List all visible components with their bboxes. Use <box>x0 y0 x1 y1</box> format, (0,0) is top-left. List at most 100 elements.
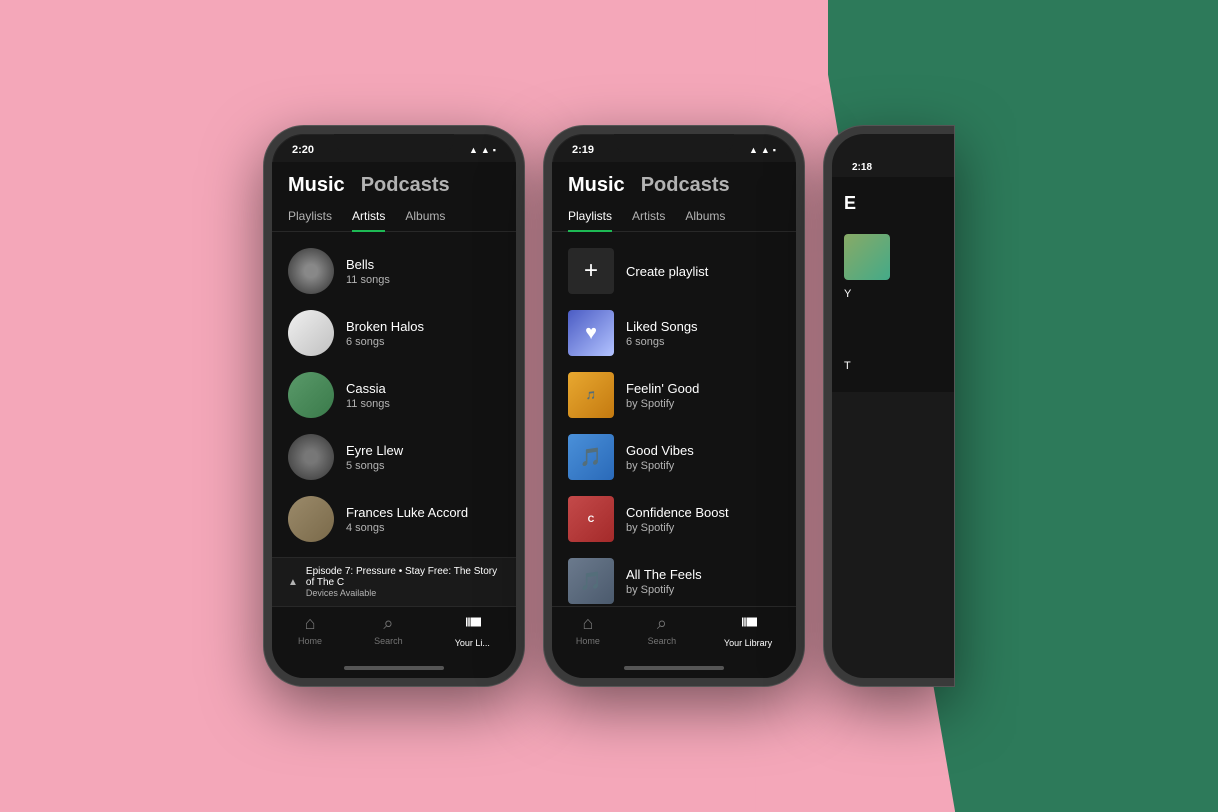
phone3-item: Y <box>844 234 942 300</box>
nav-search-1[interactable]: ⌕ Search <box>374 613 403 648</box>
signal-icon: ▲ <box>469 145 478 155</box>
playlist-sub-feelin: by Spotify <box>626 398 780 410</box>
artist-img-eyre <box>288 434 334 480</box>
home-icon-2: ⌂ <box>582 613 593 634</box>
artist-name-frances: Frances Luke Accord <box>346 505 500 520</box>
playlist-name-good: Good Vibes <box>626 443 780 458</box>
nav-library-1[interactable]: Your Li... <box>455 613 490 648</box>
notch-2 <box>614 134 734 156</box>
nav-home-label-1: Home <box>298 636 322 646</box>
nav-search-label-2: Search <box>648 636 677 646</box>
artist-img-cassia <box>288 372 334 418</box>
sub-tab-playlists-2[interactable]: Playlists <box>568 209 612 231</box>
playlist-sub-confidence: by Spotify <box>626 522 780 534</box>
artist-sub-frances: 4 songs <box>346 522 500 534</box>
artist-item-cassia[interactable]: Cassia 11 songs <box>272 364 516 426</box>
sub-tab-artists-2[interactable]: Artists <box>632 209 665 231</box>
category-tabs-1: Music Podcasts <box>272 162 516 205</box>
playlist-img-confidence: C <box>568 496 614 542</box>
phone-content-1: Music Podcasts Playlists Artists Albums … <box>272 162 516 606</box>
artist-name-cassia: Cassia <box>346 381 500 396</box>
status-time-2: 2:19 <box>572 144 594 156</box>
playlist-img-feels: 🎵 <box>568 558 614 604</box>
playlist-sub-good: by Spotify <box>626 460 780 472</box>
artist-item-happy[interactable]: The Happy Fits <box>272 550 516 557</box>
search-icon-2: ⌕ <box>657 613 667 634</box>
chevron-up-icon: ▲ <box>288 577 298 588</box>
home-bar-2 <box>624 666 724 670</box>
wifi-icon: ▲ <box>481 145 490 155</box>
playlist-img-good: 🎵 <box>568 434 614 480</box>
cat-tab-podcasts-2[interactable]: Podcasts <box>641 174 730 197</box>
status-icons-2: ▲ ▲ ▪ <box>749 145 776 155</box>
playlist-item-good[interactable]: 🎵 Good Vibes by Spotify <box>552 426 796 488</box>
sub-tab-albums-2[interactable]: Albums <box>685 209 725 231</box>
home-bar-1 <box>344 666 444 670</box>
battery-icon: ▪ <box>493 145 496 155</box>
playlist-item-liked[interactable]: ♥ Liked Songs 6 songs <box>552 302 796 364</box>
playlists-list: + Create playlist ♥ Liked Songs 6 songs <box>552 232 796 606</box>
playlist-item-confidence[interactable]: C Confidence Boost by Spotify <box>552 488 796 550</box>
nav-home-2[interactable]: ⌂ Home <box>576 613 600 648</box>
home-icon-1: ⌂ <box>305 613 316 634</box>
signal-icon-2: ▲ <box>749 145 758 155</box>
home-indicator-2 <box>552 658 796 678</box>
phone3-sub: Y <box>844 288 942 300</box>
playlist-img-feelin: 🎵 <box>568 372 614 418</box>
search-icon-1: ⌕ <box>383 613 393 634</box>
nav-home-label-2: Home <box>576 636 600 646</box>
bottom-nav-2: ⌂ Home ⌕ Search Your Library <box>552 606 796 658</box>
now-playing-title: Episode 7: Pressure • Stay Free: The Sto… <box>306 566 500 588</box>
artist-img-bells <box>288 248 334 294</box>
nav-search-label-1: Search <box>374 636 403 646</box>
artist-item-broken-halos[interactable]: Broken Halos 6 songs <box>272 302 516 364</box>
artist-name-broken: Broken Halos <box>346 319 500 334</box>
artist-img-broken <box>288 310 334 356</box>
sub-tabs-2: Playlists Artists Albums <box>552 205 796 232</box>
artist-sub-eyre: 5 songs <box>346 460 500 472</box>
playlist-name-feels: All The Feels <box>626 567 780 582</box>
playlist-name-feelin: Feelin' Good <box>626 381 780 396</box>
nav-search-2[interactable]: ⌕ Search <box>648 613 677 648</box>
status-bar-3: 2:18 <box>832 134 954 177</box>
home-indicator-1 <box>272 658 516 678</box>
playlist-name-liked: Liked Songs <box>626 319 780 334</box>
playlist-sub-feels: by Spotify <box>626 584 780 596</box>
bottom-nav-1: ⌂ Home ⌕ Search Your Li... <box>272 606 516 658</box>
nav-home-1[interactable]: ⌂ Home <box>298 613 322 648</box>
nav-library-2[interactable]: Your Library <box>724 613 772 648</box>
artist-name-bells: Bells <box>346 257 500 272</box>
artist-sub-cassia: 11 songs <box>346 398 500 410</box>
sub-tab-artists-1[interactable]: Artists <box>352 209 385 231</box>
playlist-item-feels[interactable]: 🎵 All The Feels by Spotify <box>552 550 796 606</box>
artist-item-eyre[interactable]: Eyre Llew 5 songs <box>272 426 516 488</box>
heart-icon: ♥ <box>585 322 597 345</box>
cat-tab-podcasts-1[interactable]: Podcasts <box>361 174 450 197</box>
artist-item-frances[interactable]: Frances Luke Accord 4 songs <box>272 488 516 550</box>
sub-tab-albums-1[interactable]: Albums <box>405 209 445 231</box>
artist-item-bells[interactable]: Bells 11 songs <box>272 240 516 302</box>
cat-tab-music-1[interactable]: Music <box>288 174 345 197</box>
phone-content-2: Music Podcasts Playlists Artists Albums … <box>552 162 796 606</box>
artist-sub-broken: 6 songs <box>346 336 500 348</box>
library-icon-1 <box>463 613 481 636</box>
artist-img-frances <box>288 496 334 542</box>
phone3-content: E Y T <box>832 177 954 392</box>
phone-1: 2:20 ▲ ▲ ▪ Music Podcasts Playlists Arti… <box>264 126 524 686</box>
phone3-music-tab: E <box>844 193 856 214</box>
artist-sub-bells: 11 songs <box>346 274 500 286</box>
nav-library-label-2: Your Library <box>724 638 772 648</box>
sub-tab-playlists-1[interactable]: Playlists <box>288 209 332 231</box>
library-icon-2 <box>739 613 757 636</box>
status-time-1: 2:20 <box>292 144 314 156</box>
now-playing-bar[interactable]: ▲ Episode 7: Pressure • Stay Free: The S… <box>272 557 516 606</box>
artists-list: Bells 11 songs Broken Halos 6 songs <box>272 232 516 557</box>
cat-tab-music-2[interactable]: Music <box>568 174 625 197</box>
create-playlist-label: Create playlist <box>626 264 780 279</box>
create-playlist-item[interactable]: + Create playlist <box>552 240 796 302</box>
playlist-item-feelin[interactable]: 🎵 Feelin' Good by Spotify <box>552 364 796 426</box>
sub-tabs-1: Playlists Artists Albums <box>272 205 516 232</box>
nav-library-label-1: Your Li... <box>455 638 490 648</box>
playlist-name-confidence: Confidence Boost <box>626 505 780 520</box>
phone3-cats: E <box>844 193 942 214</box>
